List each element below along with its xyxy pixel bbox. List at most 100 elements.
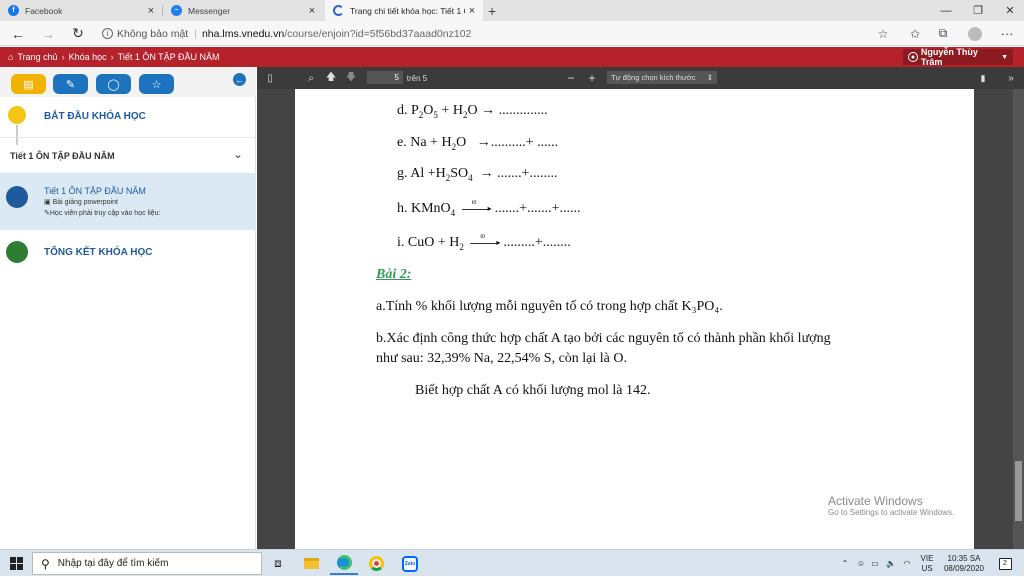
exercise-2-title: Bài 2: [376,267,412,282]
user-icon: ● [908,52,918,62]
menu-icon[interactable]: ··· [994,21,1020,46]
exercise-2-part-b-line3: Biết hợp chất A có khối lượng mol là 142… [415,383,651,398]
home-icon: ⌂ [8,52,14,62]
paperclip-icon[interactable]: ✎ [53,74,88,94]
search-icon[interactable]: ⌕ [303,67,319,89]
minimize-button[interactable]: — [930,0,962,21]
notification-count: 2 [998,557,1012,570]
exercise-2-part-a: a.Tính % khối lượng mỗi nguyên tố có tro… [376,299,723,314]
windows-start-icon[interactable] [2,552,30,575]
breadcrumb: ⌂ Trang chủ › Khóa học › Tiết 1 ÔN TẬP Đ… [8,47,220,67]
security-label[interactable]: Không bảo mật [117,28,188,40]
tab-bar: f Facebook × ~ Messenger × Trang chi tiế… [0,0,1024,21]
page-count: trên 5 [406,73,428,83]
breadcrumb-current[interactable]: Tiết 1 ÔN TẬP ĐẦU NĂM [118,52,220,62]
chrome-icon[interactable] [362,552,390,575]
sidebar-toggle-icon[interactable]: ▯ [261,67,279,89]
wifi-icon[interactable]: ◠ [900,550,914,577]
lesson-item[interactable]: Tiết 1 ÔN TẬP ĐẦU NĂM ▣ Bài giảng powerp… [0,173,256,230]
site-header: ⌂ Trang chủ › Khóa học › Tiết 1 ÔN TẬP Đ… [0,47,1024,67]
tab-label: Facebook [25,5,63,16]
user-menu[interactable]: ● Nguyễn Thùy Trâm ▼ [903,47,1013,67]
clock[interactable]: 10:35 SA 08/09/2020 [941,550,987,577]
close-tab-icon[interactable]: × [465,5,479,17]
url-path: /course/enjoin?id=5f56bd37aaad0nz102 [284,27,472,40]
file-icon: ▣ [44,199,53,206]
clock-date: 08/09/2020 [943,563,985,573]
equation-g: g. Al +H2SO4 → .......+........ [397,166,558,183]
tab-label: Messenger [188,5,231,16]
zoom-out-icon[interactable]: − [563,67,579,89]
people-icon[interactable]: ☺ [854,550,868,577]
file-explorer-icon[interactable] [297,552,325,575]
lesson-dot [6,186,28,208]
restore-button[interactable]: ❐ [962,0,994,21]
chat-icon[interactable]: ◯ [96,74,131,94]
chevron-right-icon: › [61,52,65,62]
user-name: Nguyễn Thùy Trâm [920,47,978,67]
sidebar-toolbar: ▤ ✎ ◯ ☆ ← [0,67,256,97]
close-tab-icon[interactable]: × [305,5,319,17]
favorite-star-icon[interactable]: ☆ [870,21,896,46]
page-up-icon[interactable]: 🡅 [323,67,339,89]
end-course-link[interactable]: TỔNG KẾT KHÓA HỌC [44,247,153,258]
book-icon[interactable]: ▤ [11,74,46,94]
url-field[interactable]: i Không bảo mật | nha.lms.vnedu.vn /cour… [102,24,892,43]
edge-browser-icon[interactable] [330,552,358,575]
select-arrow-icon: ⇕ [706,73,713,82]
task-view-icon[interactable]: ⧈ [264,552,292,575]
facebook-icon: f [8,5,19,16]
back-arrow-icon[interactable]: ← [4,21,32,46]
taskbar-search-box[interactable]: ⚲ Nhập tại đây để tìm kiếm [32,552,262,575]
language-code: VIE [920,553,934,563]
page-down-icon[interactable]: 🡇 [343,67,359,89]
close-tab-icon[interactable]: × [144,5,158,17]
url-domain: nha.lms.vnedu.vn [201,27,285,40]
close-window-button[interactable]: ✕ [994,0,1024,21]
profile-avatar[interactable] [962,21,988,46]
keyboard-layout: US [921,563,933,573]
collapse-sidebar-icon[interactable]: ← [233,73,246,86]
end-dot [6,241,28,263]
course-sidebar: ▤ ✎ ◯ ☆ ← BẮT ĐẦU KHÓA HỌC Tiết 1 ÔN TẬP… [0,67,256,549]
refresh-icon[interactable]: ↻ [64,21,92,46]
scrollbar-thumb[interactable] [1015,461,1022,521]
start-course-link[interactable]: BẮT ĐẦU KHÓA HỌC [44,111,146,122]
tab-messenger[interactable]: ~ Messenger × [163,0,323,21]
favorites-list-icon[interactable]: ✩ [902,21,928,46]
bookmark-icon[interactable]: ▮ [975,67,991,89]
more-tools-icon[interactable]: » [1003,67,1019,89]
chevron-down-icon: ⌄ [233,147,244,161]
activation-watermark: Activate Windows Go to Settings to activ… [828,494,954,517]
equation-d-tail: → .............. [481,103,548,118]
tab-facebook[interactable]: f Facebook × [0,0,162,21]
zoom-select[interactable]: Tự động chọn kích thước ⇕ [607,71,717,84]
zoom-in-icon[interactable]: + [584,67,600,89]
pdf-page: d. P2O5 + H2O → .............. e. Na + H… [295,89,974,549]
search-placeholder: Nhập tại đây để tìm kiếm [57,558,169,569]
messenger-icon: ~ [171,5,182,16]
address-bar: ← → ↻ i Không bảo mật | nha.lms.vnedu.vn… [0,21,1024,46]
tab-course[interactable]: Trang chi tiết khóa học: Tiết 1 Ôn × [325,0,483,21]
zalo-icon[interactable]: Zalo [396,552,424,575]
new-tab-button[interactable]: + [484,0,504,21]
watermark-title: Activate Windows [828,494,923,508]
show-hidden-icons[interactable]: ⌃ [838,550,852,577]
section-header[interactable]: Tiết 1 ÔN TẬP ĐẦU NĂM ⌄ [0,137,256,173]
forward-arrow-icon[interactable]: → [34,21,62,46]
page-number-input[interactable]: 5 [367,71,403,84]
tab-label: Trang chi tiết khóa học: Tiết 1 Ôn [350,5,465,16]
collections-icon[interactable]: ⧉ [930,21,956,46]
battery-icon[interactable]: ▭ [868,550,882,577]
language-indicator[interactable]: VIE US [915,550,939,577]
clock-time: 10:35 SA [947,553,981,563]
volume-icon[interactable]: 🔈 [884,550,898,577]
info-icon[interactable]: i [102,28,113,39]
lesson-file-line: ▣ Bài giảng powerpoint [44,199,118,206]
star-icon[interactable]: ☆ [139,74,174,94]
lesson-access-line: ✎Học viên phải truy cập vào học liệu: [44,210,161,217]
notifications-icon[interactable]: 2 [993,550,1017,577]
breadcrumb-home[interactable]: Trang chủ [17,52,57,62]
breadcrumb-courses[interactable]: Khóa học [69,52,107,62]
pdf-scrollbar[interactable] [1013,89,1024,549]
